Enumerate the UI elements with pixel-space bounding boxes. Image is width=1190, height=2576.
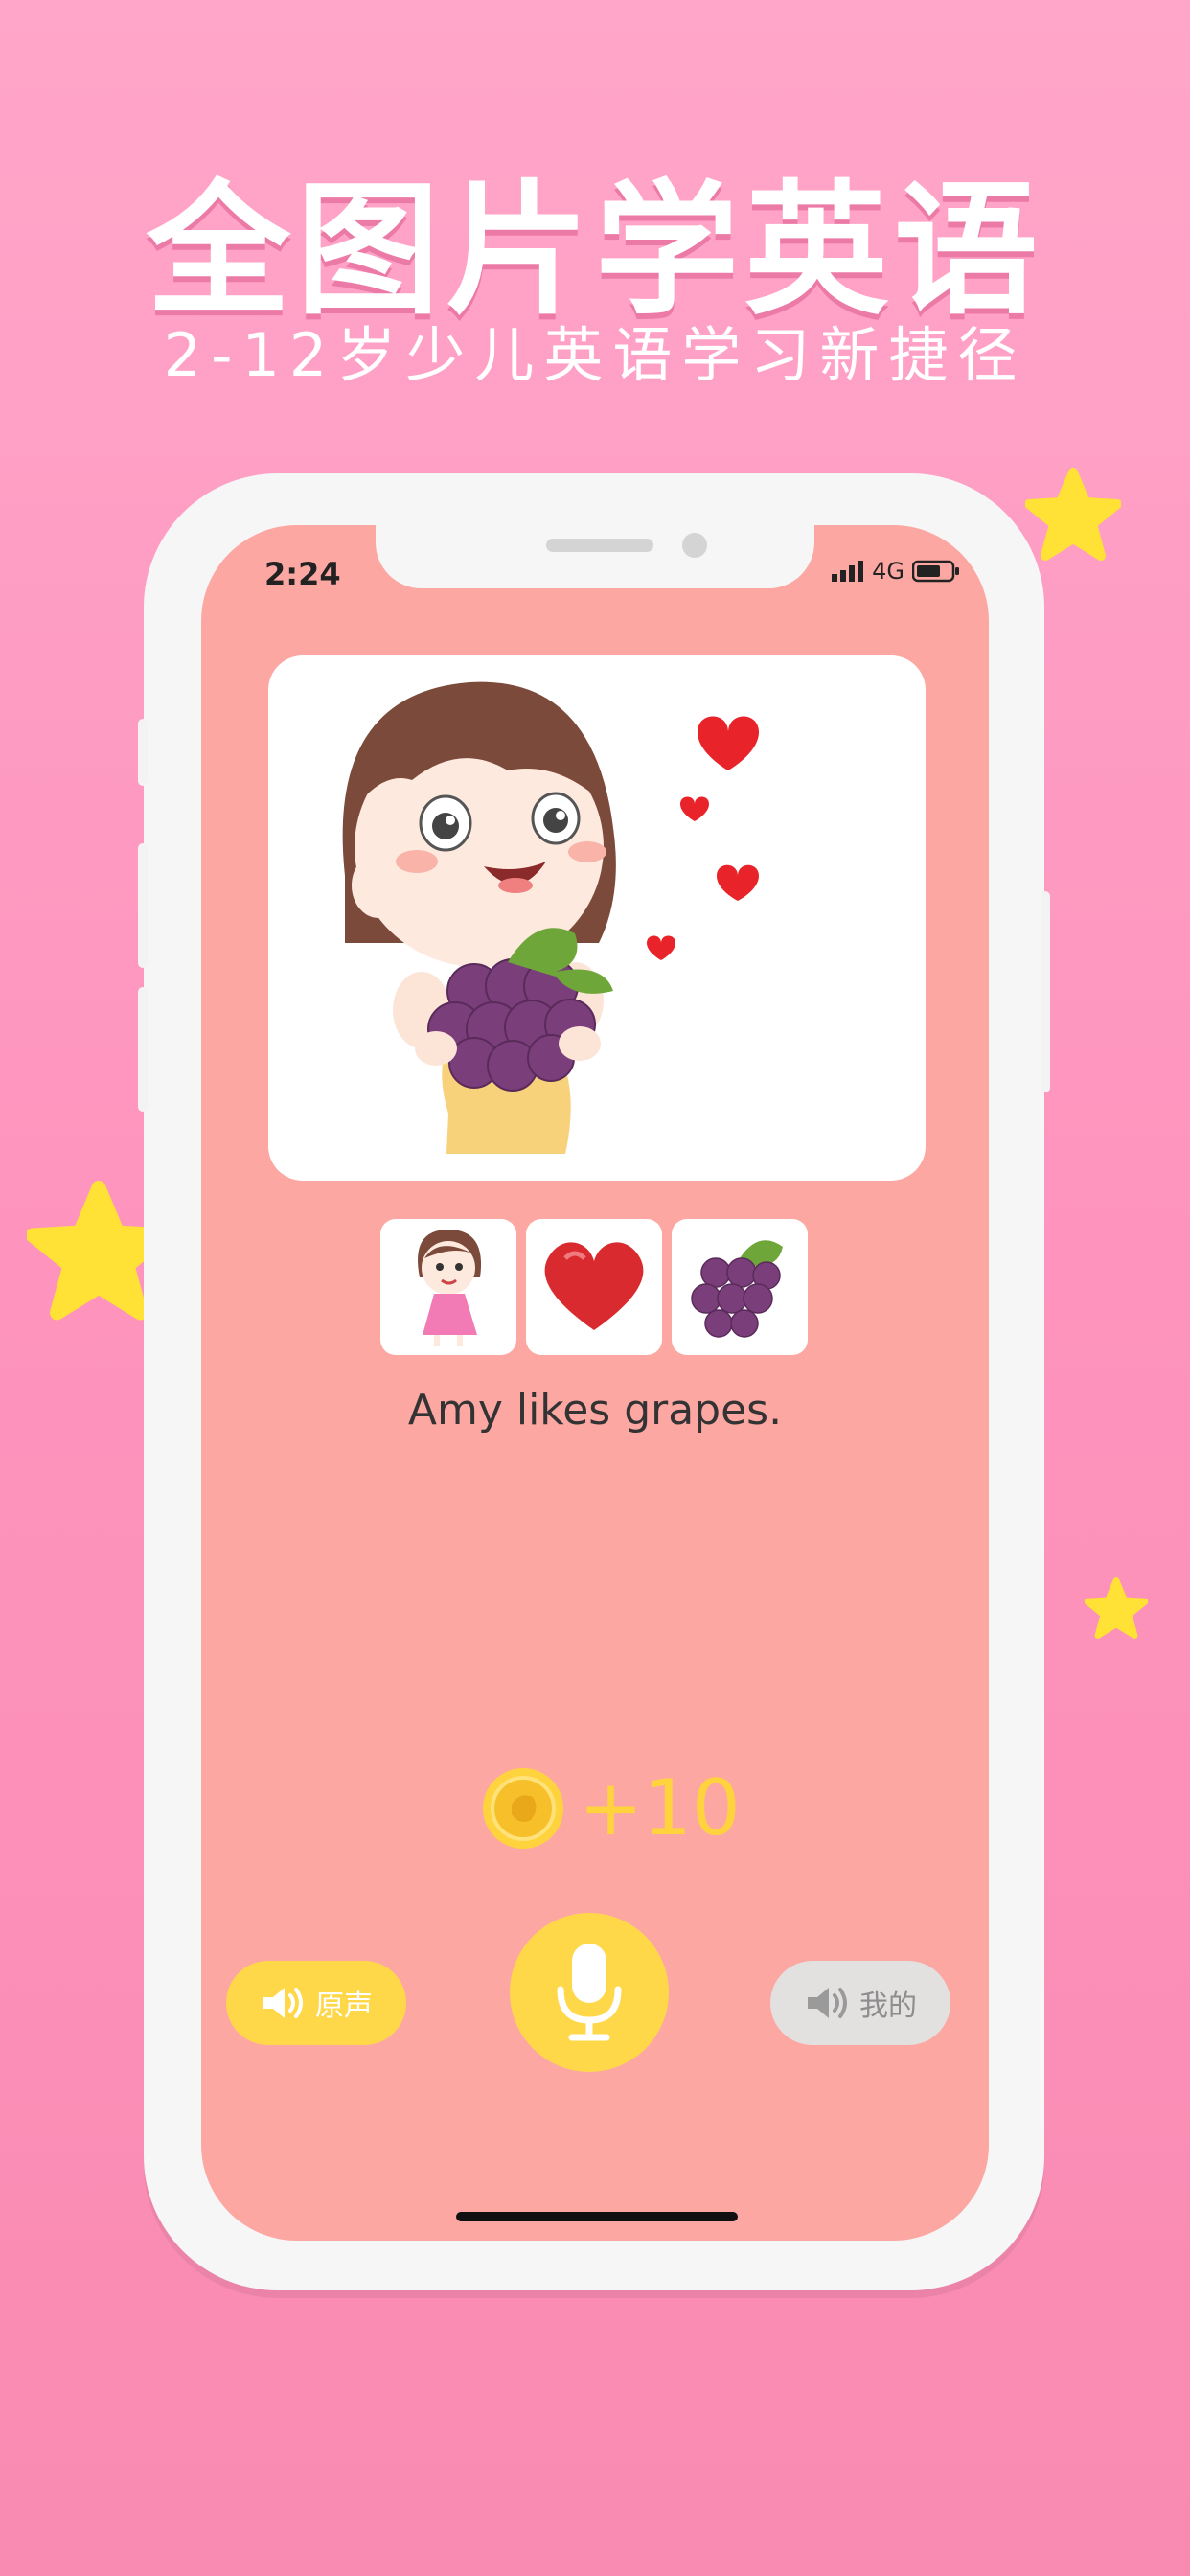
star-icon [1085, 1577, 1148, 1640]
phone-side-button [138, 719, 148, 786]
promo-subheadline: 2-12岁少儿英语学习新捷径 [163, 320, 1027, 390]
status-indicators: 4G [832, 558, 960, 585]
lesson-sentence: Amy likes grapes. [407, 1386, 783, 1435]
thumbnail-girl[interactable] [380, 1219, 516, 1355]
word-thumbnails [380, 1219, 808, 1355]
play-mine-label: 我的 [859, 1990, 917, 2023]
record-button[interactable] [510, 1913, 669, 2072]
network-label: 4G [872, 558, 904, 585]
phone-side-button [138, 987, 148, 1112]
coin-reward: +10 [481, 1763, 741, 1852]
phone-side-button [138, 843, 148, 968]
lesson-image-card [268, 656, 926, 1181]
phone-notch [376, 525, 814, 588]
grapes-icon [691, 1240, 783, 1338]
thumbnail-grapes[interactable] [672, 1219, 808, 1355]
girl-icon [418, 1230, 482, 1346]
signal-icon [832, 561, 864, 582]
coin-icon [483, 1767, 563, 1849]
play-original-button[interactable]: 原声 [226, 1961, 406, 2045]
phone-camera [682, 533, 707, 558]
speaker-icon [808, 1988, 847, 2018]
thumbnail-heart[interactable] [526, 1219, 662, 1355]
phone-side-button [1041, 891, 1050, 1092]
star-icon [1025, 468, 1121, 561]
reward-points: +10 [579, 1763, 741, 1852]
status-time: 2:24 [264, 556, 341, 592]
speaker-icon [263, 1988, 303, 2018]
home-indicator[interactable] [456, 2212, 738, 2221]
microphone-icon [557, 1944, 622, 2041]
heart-icon [544, 1242, 644, 1330]
phone-screen: 2:24 4G Amy likes grapes. +10 原声 我的 [201, 525, 989, 2241]
battery-icon [912, 560, 959, 583]
play-original-label: 原声 [315, 1990, 373, 2023]
girl-with-grapes-illustration [342, 681, 759, 1154]
play-mine-button[interactable]: 我的 [770, 1961, 950, 2045]
phone-speaker [546, 539, 653, 552]
